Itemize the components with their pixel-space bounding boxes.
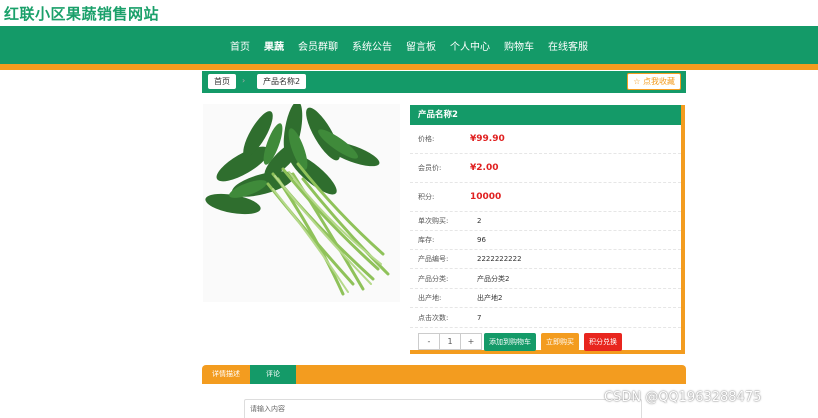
tab-details[interactable]: 详情描述 xyxy=(202,365,250,384)
breadcrumb-home-link[interactable]: 首页 xyxy=(208,74,236,89)
product-field-row: 价格: ¥99.90 xyxy=(410,125,681,154)
nav-item[interactable]: 留言板 xyxy=(399,38,443,53)
product-field-row: 积分: 10000 xyxy=(410,183,681,212)
field-label: 产品分类: xyxy=(418,274,449,283)
product-info-panel: 产品名称2 价格: ¥99.90 会员价: ¥2.00 积分: 10000 单次购买: 2 库存… xyxy=(410,105,685,354)
field-label: 会员价: xyxy=(418,164,442,172)
nav-item[interactable]: 个人中心 xyxy=(443,38,497,53)
field-label: 库存: xyxy=(418,236,435,244)
field-value: 出产地2 xyxy=(477,294,503,302)
nav-item[interactable]: 系统公告 xyxy=(345,38,399,53)
tab-reviews[interactable]: 评论 xyxy=(250,365,296,384)
buy-now-button[interactable]: 立即购买 xyxy=(541,333,579,351)
watermark: CSDN @QQ1963288475 xyxy=(604,390,762,405)
navbar-accent-stripe xyxy=(0,64,818,70)
breadcrumb-separator: › xyxy=(242,76,246,85)
product-image xyxy=(203,104,400,302)
product-field-row: 产品分类: 产品分类2 xyxy=(410,269,681,289)
product-name-heading: 产品名称2 xyxy=(410,105,681,125)
product-field-row: 会员价: ¥2.00 xyxy=(410,154,681,183)
main-navbar: 首页 果蔬 会员群聊 系统公告 留言板 个人中心 购物车 在线客服 xyxy=(0,26,818,64)
field-value: 7 xyxy=(477,313,482,322)
product-field-row: 库存: 96 xyxy=(410,231,681,250)
quantity-stepper: - 1 + xyxy=(418,333,482,350)
water-spinach-image xyxy=(203,104,400,302)
nav-item[interactable]: 购物车 xyxy=(497,38,541,53)
field-value: ¥2.00 xyxy=(470,163,499,173)
field-value: 96 xyxy=(477,236,486,244)
quantity-minus-button[interactable]: - xyxy=(419,334,439,349)
field-label: 出产地: xyxy=(418,294,442,302)
site-title: 红联小区果蔬销售网站 xyxy=(4,5,160,23)
add-to-cart-button[interactable]: 添加到购物车 xyxy=(484,333,536,351)
favorite-button[interactable]: ☆ 点我收藏 xyxy=(627,73,681,90)
field-label: 点击次数: xyxy=(418,313,449,322)
field-value: ¥99.90 xyxy=(470,134,505,144)
field-value: 10000 xyxy=(470,192,502,202)
product-field-row: 单次购买: 2 xyxy=(410,212,681,231)
field-value: 2222222222 xyxy=(477,255,522,263)
nav-item[interactable]: 果蔬 xyxy=(257,38,291,53)
product-field-row: 产品编号: 2222222222 xyxy=(410,250,681,269)
quantity-input[interactable]: 1 xyxy=(439,334,461,349)
nav-item[interactable]: 在线客服 xyxy=(541,38,595,53)
comment-input[interactable]: 请输入内容 xyxy=(244,399,642,418)
detail-tabs: 详情描述 评论 xyxy=(202,365,686,384)
product-field-row: 出产地: 出产地2 xyxy=(410,289,681,308)
nav-menu: 首页 果蔬 会员群聊 系统公告 留言板 个人中心 购物车 在线客服 xyxy=(0,26,818,64)
field-value: 产品分类2 xyxy=(477,274,510,283)
nav-item[interactable]: 会员群聊 xyxy=(291,38,345,53)
nav-item[interactable]: 首页 xyxy=(223,38,257,53)
breadcrumb-current: 产品名称2 xyxy=(257,74,307,89)
points-redeem-button[interactable]: 积分兑换 xyxy=(584,333,622,351)
field-label: 价格: xyxy=(418,135,435,143)
product-field-row: 点击次数: 7 xyxy=(410,308,681,328)
breadcrumb-bar: 首页 › 产品名称2 ☆ 点我收藏 xyxy=(202,71,686,93)
field-label: 积分: xyxy=(418,193,435,201)
field-value: 2 xyxy=(477,217,482,225)
field-label: 单次购买: xyxy=(418,217,449,225)
quantity-plus-button[interactable]: + xyxy=(461,334,481,349)
field-label: 产品编号: xyxy=(418,255,449,263)
